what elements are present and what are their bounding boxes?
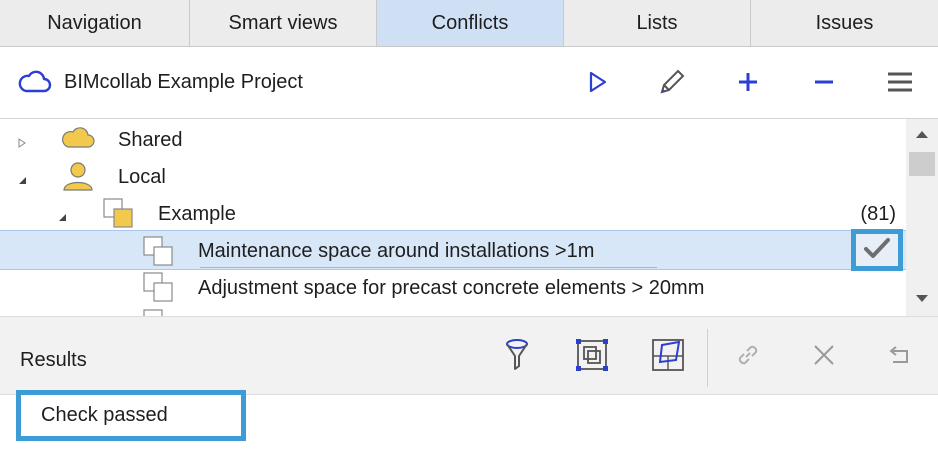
collapse-arrow-icon[interactable] <box>57 209 67 221</box>
tree-item-label: Maintenance space around installations >… <box>198 240 595 262</box>
result-message-box: Check passed <box>16 390 246 441</box>
tree-item-example[interactable]: Example (81) <box>0 195 906 232</box>
tab-label: Lists <box>636 11 678 34</box>
tab-conflicts[interactable]: Conflicts <box>377 0 564 46</box>
select-objects-button[interactable] <box>574 337 610 377</box>
pencil-icon <box>657 67 687 102</box>
tab-bar: Navigation Smart views Conflicts Lists I… <box>0 0 938 47</box>
result-message: Check passed <box>41 404 168 426</box>
scroll-thumb[interactable] <box>909 152 935 176</box>
section-box-button[interactable] <box>650 337 686 377</box>
tree-item-local[interactable]: Local <box>0 158 906 195</box>
tree-scrollbar[interactable] <box>906 119 938 316</box>
results-toolbar: Results <box>0 316 938 395</box>
link-icon <box>734 341 762 374</box>
rules-tree: Shared Local Example (81) Maintenance sp… <box>0 119 906 316</box>
check-icon <box>864 237 890 264</box>
tree-item-shared[interactable]: Shared <box>0 121 906 158</box>
tab-issues[interactable]: Issues <box>751 0 938 46</box>
section-box-icon <box>651 338 685 377</box>
add-button[interactable] <box>731 67 765 101</box>
rule-icon <box>142 308 174 316</box>
status-check-box[interactable] <box>851 229 903 271</box>
play-icon <box>585 70 609 99</box>
text-underline <box>200 267 657 268</box>
tab-label: Conflicts <box>431 11 509 34</box>
user-icon <box>61 160 95 197</box>
ruleset-icon <box>102 197 134 234</box>
tree-item-label: Example <box>158 203 236 225</box>
menu-button[interactable] <box>883 67 917 101</box>
project-title: BIMcollab Example Project <box>64 71 303 93</box>
filter-icon <box>504 338 530 377</box>
cloud-icon <box>18 69 52 100</box>
tab-label: Navigation <box>47 11 142 34</box>
item-count: (81) <box>860 203 896 225</box>
run-button[interactable] <box>580 67 614 101</box>
rule-icon <box>142 235 174 272</box>
tab-label: Issues <box>815 11 874 34</box>
tree-item-label: Adjustment space for precast concrete el… <box>198 277 705 299</box>
scroll-up-icon[interactable] <box>914 127 930 143</box>
select-objects-icon <box>575 338 609 377</box>
plus-icon <box>737 71 759 98</box>
tree-item-label: Local <box>118 166 166 188</box>
minus-icon <box>813 71 835 98</box>
close-button[interactable] <box>806 337 842 377</box>
tab-lists[interactable]: Lists <box>564 0 751 46</box>
expand-arrow-icon[interactable] <box>17 135 27 148</box>
tree-item-partial <box>0 306 906 316</box>
link-button[interactable] <box>730 337 766 377</box>
undo-icon <box>887 344 913 371</box>
scroll-down-icon[interactable] <box>914 290 930 306</box>
filter-button[interactable] <box>499 337 535 377</box>
toolbar-separator <box>707 329 708 387</box>
menu-icon <box>887 71 913 98</box>
tab-navigation[interactable]: Navigation <box>0 0 190 46</box>
tree-item-label: Shared <box>118 129 183 151</box>
rule-icon <box>142 271 174 308</box>
tree-item-adjustment-rule[interactable]: Adjustment space for precast concrete el… <box>0 269 906 306</box>
results-title: Results <box>20 349 87 371</box>
cloud-folder-icon <box>60 125 96 156</box>
collapse-arrow-icon[interactable] <box>17 172 27 184</box>
remove-button[interactable] <box>807 67 841 101</box>
project-toolbar: BIMcollab Example Project <box>0 47 938 119</box>
tree-item-maintenance-rule[interactable]: Maintenance space around installations >… <box>0 229 906 272</box>
undo-button[interactable] <box>882 337 918 377</box>
close-icon <box>812 343 836 372</box>
tab-smart-views[interactable]: Smart views <box>190 0 377 46</box>
edit-button[interactable] <box>655 67 689 101</box>
tab-label: Smart views <box>228 11 338 34</box>
